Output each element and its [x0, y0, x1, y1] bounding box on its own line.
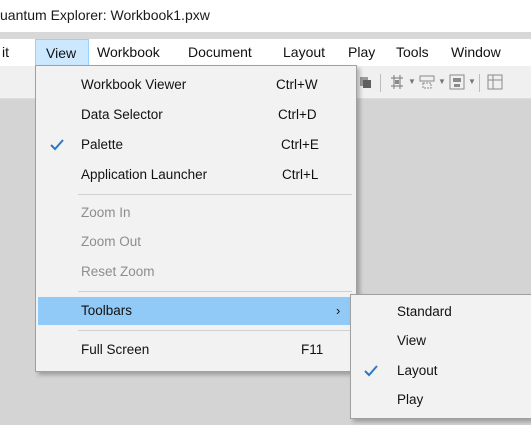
dropdown-arrow-icon[interactable]: ▼: [468, 78, 476, 86]
menu-item-application-launcher[interactable]: Application Launcher Ctrl+L: [38, 161, 354, 189]
submenu-item-layout[interactable]: Layout: [353, 357, 531, 385]
toolbars-submenu: Standard View Layout Play: [350, 294, 531, 419]
group-icon[interactable]: [449, 74, 465, 90]
submenu-item-view[interactable]: View: [353, 327, 531, 355]
check-icon: [364, 365, 378, 377]
menu-item-data-selector[interactable]: Data Selector Ctrl+D: [38, 101, 354, 129]
menu-separator: [78, 194, 352, 195]
menu-item-reset-zoom[interactable]: Reset Zoom: [38, 258, 354, 286]
menu-item-full-screen[interactable]: Full Screen F11: [38, 336, 354, 364]
dropdown-arrow-icon[interactable]: ▼: [408, 78, 416, 86]
menu-view[interactable]: View: [35, 39, 89, 66]
layout-grid-icon[interactable]: [487, 74, 503, 90]
menu-item-workbook-viewer[interactable]: Workbook Viewer Ctrl+W: [38, 71, 354, 99]
submenu-item-standard[interactable]: Standard: [353, 298, 531, 326]
menu-bar: it View Workbook Document Layout Play To…: [0, 39, 531, 66]
window-title: uantum Explorer: Workbook1.pxw: [0, 7, 210, 23]
align-icon[interactable]: [358, 74, 374, 90]
toolbar-separator: [380, 74, 381, 92]
distribute-icon[interactable]: [389, 74, 405, 90]
menu-window[interactable]: Window: [446, 39, 506, 66]
menu-item-palette[interactable]: Palette Ctrl+E: [38, 131, 354, 159]
menu-item-zoom-out[interactable]: Zoom Out: [38, 228, 354, 256]
submenu-item-play[interactable]: Play: [353, 386, 531, 414]
menu-play[interactable]: Play: [343, 39, 380, 66]
dropdown-arrow-icon[interactable]: ▼: [438, 78, 446, 86]
toolbar-separator: [479, 74, 480, 92]
menu-layout[interactable]: Layout: [278, 39, 330, 66]
menu-tools[interactable]: Tools: [391, 39, 434, 66]
menu-edit[interactable]: it: [0, 39, 14, 66]
menu-separator: [78, 330, 352, 331]
view-menu: Workbook Viewer Ctrl+W Data Selector Ctr…: [35, 65, 357, 372]
title-bar: uantum Explorer: Workbook1.pxw: [0, 0, 531, 32]
menu-workbook[interactable]: Workbook: [92, 39, 165, 66]
menu-separator: [78, 291, 352, 292]
menu-item-zoom-in[interactable]: Zoom In: [38, 199, 354, 227]
menu-document[interactable]: Document: [183, 39, 257, 66]
application-window: uantum Explorer: Workbook1.pxw it View W…: [0, 0, 531, 425]
menu-item-toolbars[interactable]: Toolbars ›: [38, 297, 354, 325]
check-icon: [50, 139, 64, 151]
arrange-icon[interactable]: [419, 74, 435, 90]
chevron-right-icon: ›: [336, 303, 341, 318]
